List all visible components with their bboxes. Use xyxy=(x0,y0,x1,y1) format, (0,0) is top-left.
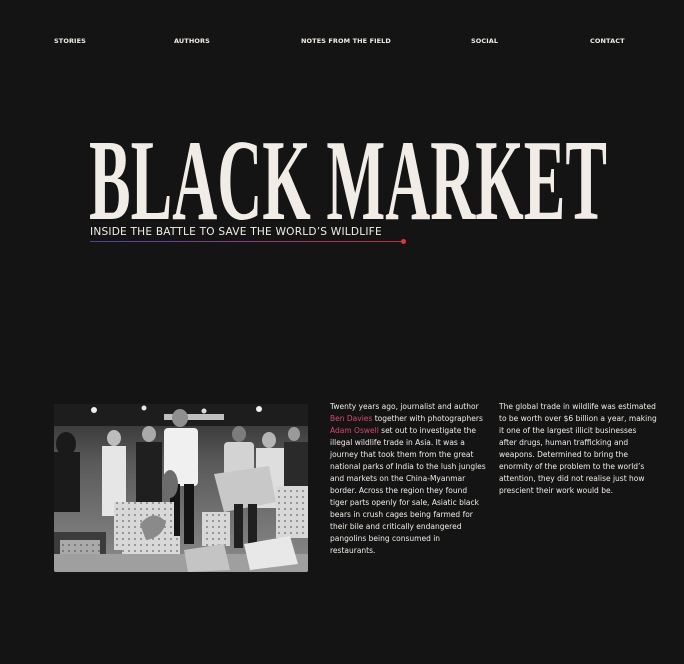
main-nav: STORIES AUTHORS NOTES FROM THE FIELD SOC… xyxy=(0,37,684,47)
intro-line: pangolins being consumed in xyxy=(330,534,441,543)
intro-line: journey that took them from the great xyxy=(330,450,474,459)
intro-line: Twenty years ago, journalist and author xyxy=(330,402,479,411)
nav-item-contact[interactable]: CONTACT xyxy=(590,37,625,45)
hero-subtitle: INSIDE THE BATTLE TO SAVE THE WORLD’S WI… xyxy=(90,226,382,238)
intro-line: national parks of India to the lush jung… xyxy=(330,462,486,471)
nav-item-stories[interactable]: STORIES xyxy=(54,37,86,45)
intro-line: their bile and critically endangered xyxy=(330,522,462,531)
hero-title-glyphs: BLACK MARKET xyxy=(89,123,607,223)
hero-title: BLACK MARKET xyxy=(89,123,609,223)
author-link-adam-oswell[interactable]: Adam Oswell xyxy=(330,426,379,435)
intro-line: bears in crush cages being farmed for xyxy=(330,510,473,519)
context-line: The global trade in wildlife was estimat… xyxy=(499,402,656,411)
intro-line: border. Across the region they found xyxy=(330,486,468,495)
intro-line: illegal wildlife trade in Asia. It was a xyxy=(330,438,465,447)
intro-line: and markets on the China-Myanmar xyxy=(330,474,466,483)
context-paragraph: The global trade in wildlife was estimat… xyxy=(499,401,661,497)
subtitle-dot xyxy=(401,239,406,244)
context-line: to be worth over $6 billion a year, maki… xyxy=(499,414,657,423)
author-link-ben-davies[interactable]: Ben Davies xyxy=(330,414,372,423)
context-line: attention, they did not realise just how xyxy=(499,474,645,483)
hero-title-text: BLACK MARKET xyxy=(89,123,607,223)
intro-paragraph: Twenty years ago, journalist and author … xyxy=(330,401,492,557)
intro-text: set out to investigate the xyxy=(378,426,477,435)
context-line: prescient their work would be. xyxy=(499,486,613,495)
intro-line: restaurants. xyxy=(330,546,376,555)
market-photo-image xyxy=(54,404,308,572)
nav-item-authors[interactable]: AUTHORS xyxy=(174,37,210,45)
subtitle-underline xyxy=(90,241,403,242)
market-photo xyxy=(54,404,308,572)
context-line: after drugs, human trafficking and xyxy=(499,438,629,447)
nav-item-notes-from-the-field[interactable]: NOTES FROM THE FIELD xyxy=(301,37,391,45)
context-line: it one of the largest illicit businesses xyxy=(499,426,637,435)
context-line: weapons. Determined to bring the xyxy=(499,450,628,459)
intro-line: Adam Oswell set out to investigate the xyxy=(330,425,492,437)
nav-item-social[interactable]: SOCIAL xyxy=(471,37,498,45)
context-line: enormity of the problem to the world’s xyxy=(499,462,645,471)
intro-line: Ben Davies together with photographers xyxy=(330,413,492,425)
intro-text: together with photographers xyxy=(372,414,483,423)
intro-line: tiger parts openly for sale, Asiatic bla… xyxy=(330,498,479,507)
